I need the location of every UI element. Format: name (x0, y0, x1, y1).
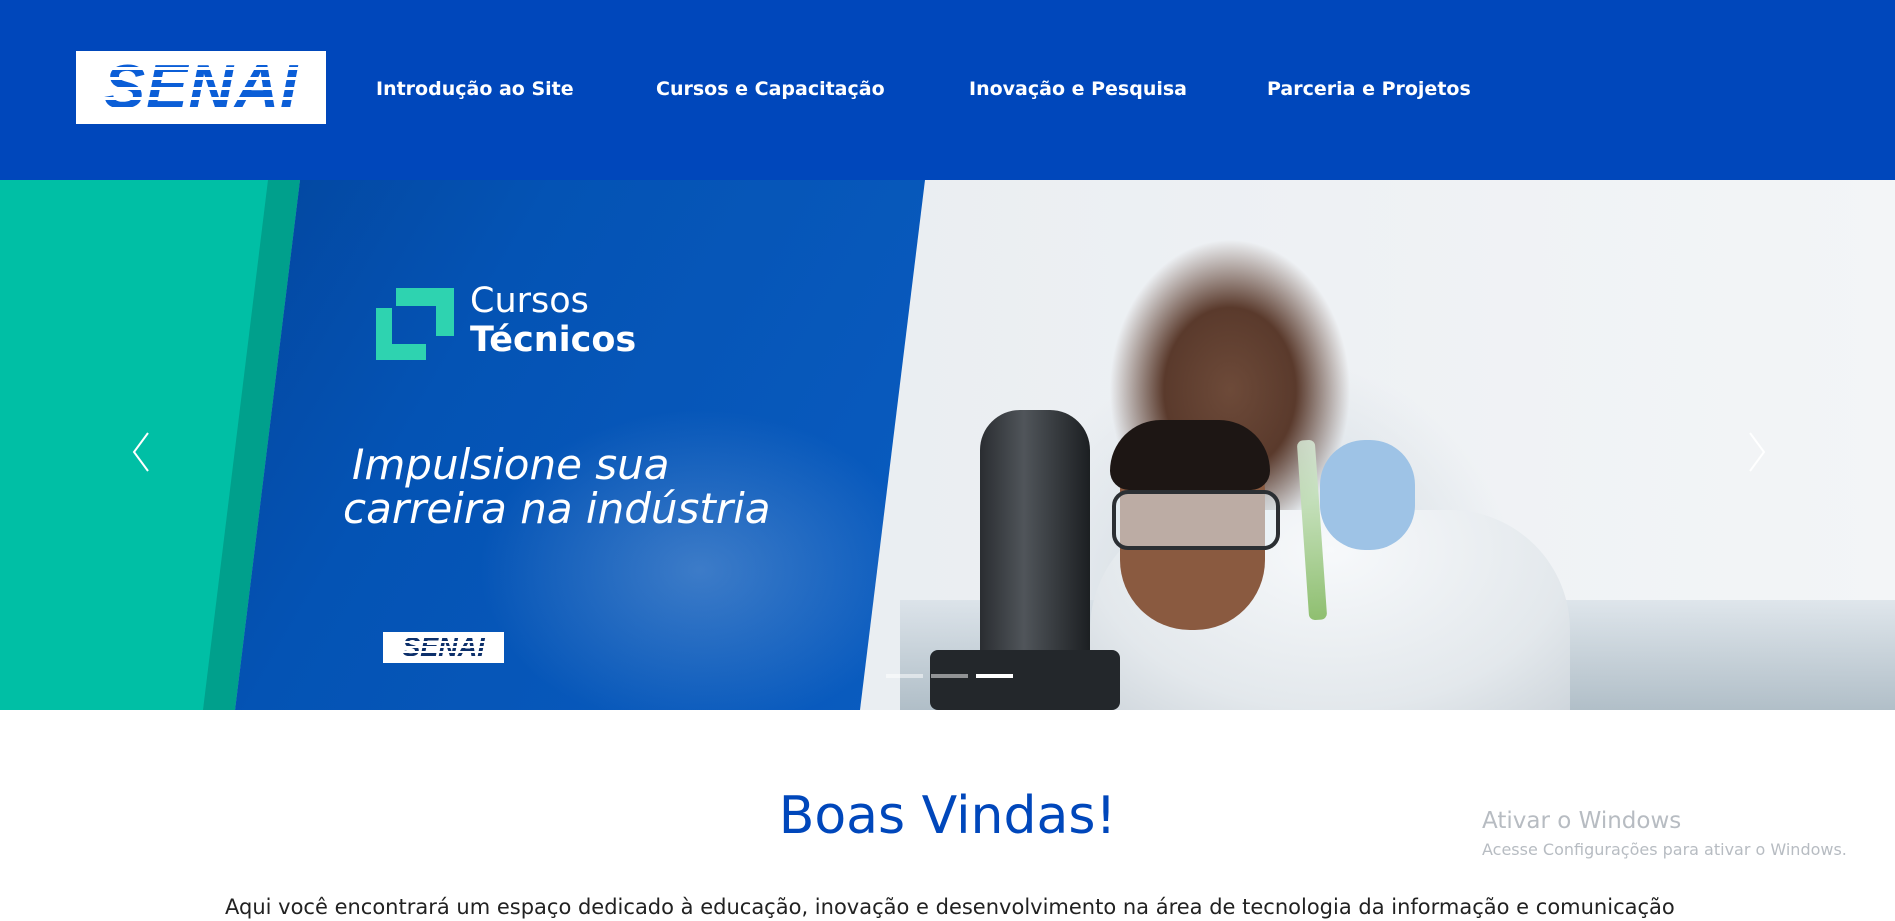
slide-tagline-line1: Impulsione sua (352, 440, 670, 489)
logo-stripe (76, 77, 326, 80)
intro-paragraph: Aqui você encontrará um espaço dedicado … (225, 895, 1675, 919)
chevron-right-icon (1749, 432, 1766, 472)
logo-stripe (76, 67, 326, 70)
logo-stripe (76, 97, 326, 100)
windows-activation-title: Ativar o Windows (1482, 808, 1682, 834)
logo-stripe (383, 646, 504, 648)
carousel-indicator-2[interactable] (931, 674, 968, 678)
windows-activation-subtitle: Acesse Configurações para ativar o Windo… (1482, 840, 1847, 859)
logo-stripe (383, 636, 504, 638)
slide-heading-line2: Técnicos (470, 320, 637, 360)
top-navbar: SENAI Introdução ao Site Cursos e Capaci… (0, 0, 1895, 180)
microscope-base (930, 650, 1120, 710)
logo-stripe (76, 87, 326, 90)
carousel-indicator-1[interactable] (886, 674, 923, 678)
logo-stripe (383, 656, 504, 658)
slide-tagline-line2: carreira na indústria (343, 484, 771, 533)
carousel-indicators (886, 674, 1013, 678)
chevron-left-icon (132, 432, 149, 472)
nav-link-introducao[interactable]: Introdução ao Site (376, 78, 574, 100)
scientist-hair (1110, 420, 1270, 490)
cursos-tecnicos-icon (376, 288, 454, 360)
logo-stripe (383, 641, 504, 643)
nav-link-inovacao[interactable]: Inovação e Pesquisa (969, 78, 1187, 100)
logo-stripe (383, 651, 504, 653)
nav-link-cursos[interactable]: Cursos e Capacitação (656, 78, 885, 100)
carousel-prev-button[interactable] (122, 425, 162, 479)
nav-link-parceria[interactable]: Parceria e Projetos (1267, 78, 1471, 100)
slide-senai-logo: SENAI (383, 632, 504, 663)
carousel-next-button[interactable] (1736, 425, 1776, 479)
hero-carousel[interactable]: Cursos Técnicos Impulsione sua carreira … (0, 180, 1895, 710)
safety-goggles (1112, 490, 1280, 550)
carousel-indicator-3[interactable] (976, 674, 1013, 678)
slide-heading-line1: Cursos (470, 281, 589, 321)
slide-tagline: Impulsione sua carreira na indústria (343, 440, 771, 531)
senai-logo[interactable]: SENAI (76, 51, 326, 124)
gloved-hand (1320, 440, 1415, 550)
logo-stripe (76, 117, 326, 120)
logo-stripe (76, 57, 326, 60)
logo-stripe (76, 107, 326, 110)
